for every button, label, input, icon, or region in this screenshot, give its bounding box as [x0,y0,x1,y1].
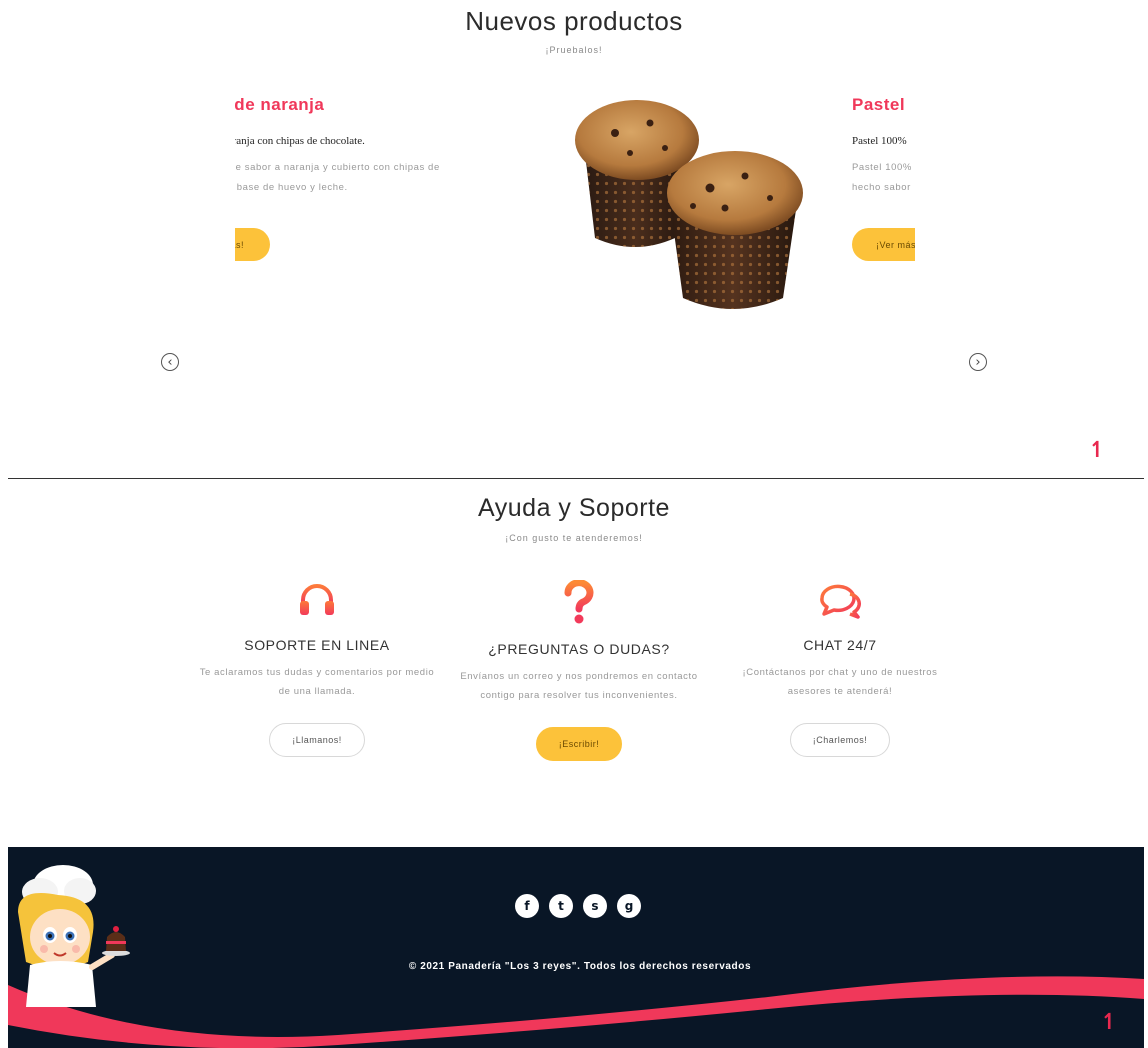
ver-mas-button[interactable]: ¡Ver más! [235,228,270,261]
product-lead: Pastel sabor a naranja con chipas de cho… [235,135,365,147]
support-heading: SOPORTE EN LINEA [244,637,390,653]
carousel-next-button[interactable]: › [969,353,987,371]
chef-mascot-logo [18,865,130,1007]
snapchat-icon: s [591,899,599,913]
copyright-text: © 2021 Panadería "Los 3 reyes". Todos lo… [408,961,752,972]
product-lead: Pastel 100% [852,135,907,147]
section-title-ayuda: Ayuda y Soporte [478,494,670,522]
arrow-up-icon: ↿ [1088,438,1107,463]
question-mark-icon [564,579,594,624]
charlemos-button[interactable]: ¡Charlemos! [789,723,891,757]
support-card-chat: CHAT 24/7 ¡Contáctanos por chat y uno de… [720,580,960,757]
product-slide-previous: Pastel de naranja Pastel sabor a naranja… [235,85,495,275]
muffin-product-image [575,100,803,309]
product-description: Pastel 100% panque sabor a naranja y cub… [235,162,440,193]
chevron-right-circle-icon: › [975,354,981,370]
twitter-button[interactable]: t [549,894,573,918]
support-description: ¡Contáctanos por chat y uno de nuestros … [742,667,938,697]
llamanos-button[interactable]: ¡Llamanos! [269,723,365,757]
footer-wave-decoration [8,976,1144,1048]
twitter-icon: t [558,899,564,913]
support-description: Te aclaramos tus dudas y comentarios por… [199,667,435,697]
snapchat-button[interactable]: s [583,894,607,918]
support-card-questions: ¿PREGUNTAS O DUDAS? Envíanos un correo y… [459,579,699,761]
support-description: Envíanos un correo y nos pondremos en co… [460,671,698,701]
headphones-icon [300,584,334,615]
product-title: Pastel [852,95,906,114]
site-footer [8,847,1144,1048]
facebook-icon: f [524,899,530,913]
community-button[interactable]: g [617,894,641,918]
scroll-to-top-button-footer[interactable]: ↿ [1100,1010,1118,1035]
community-icon: g [624,899,634,913]
chat-bubbles-icon [820,584,861,619]
escribir-button[interactable]: ¡Escribir! [535,727,623,761]
section-divider [8,478,1144,479]
section-title-nuevos-productos: Nuevos productos [465,6,683,36]
facebook-button[interactable]: f [515,894,539,918]
support-heading: CHAT 24/7 [803,637,877,653]
product-title: Pastel de naranja [235,95,325,114]
ver-mas-button[interactable]: ¡Ver más! [852,228,915,261]
chevron-left-circle-icon: ‹ [167,354,173,370]
carousel-prev-button[interactable]: ‹ [161,353,179,371]
scroll-to-top-button[interactable]: ↿ [1088,438,1106,463]
arrow-up-icon: ↿ [1100,1010,1119,1035]
section-subtitle-ayuda: ¡Con gusto te atenderemos! [505,533,643,543]
product-slide-next: Pastel Pastel 100% Pastel 100% hecho sab… [852,85,915,275]
product-description: Pastel 100% hecho sabor [852,162,912,193]
support-heading: ¿PREGUNTAS O DUDAS? [488,641,670,657]
support-card-online: SOPORTE EN LINEA Te aclaramos tus dudas … [197,580,437,757]
section-subtitle-nuevos-productos: ¡Pruebalos! [545,45,603,55]
